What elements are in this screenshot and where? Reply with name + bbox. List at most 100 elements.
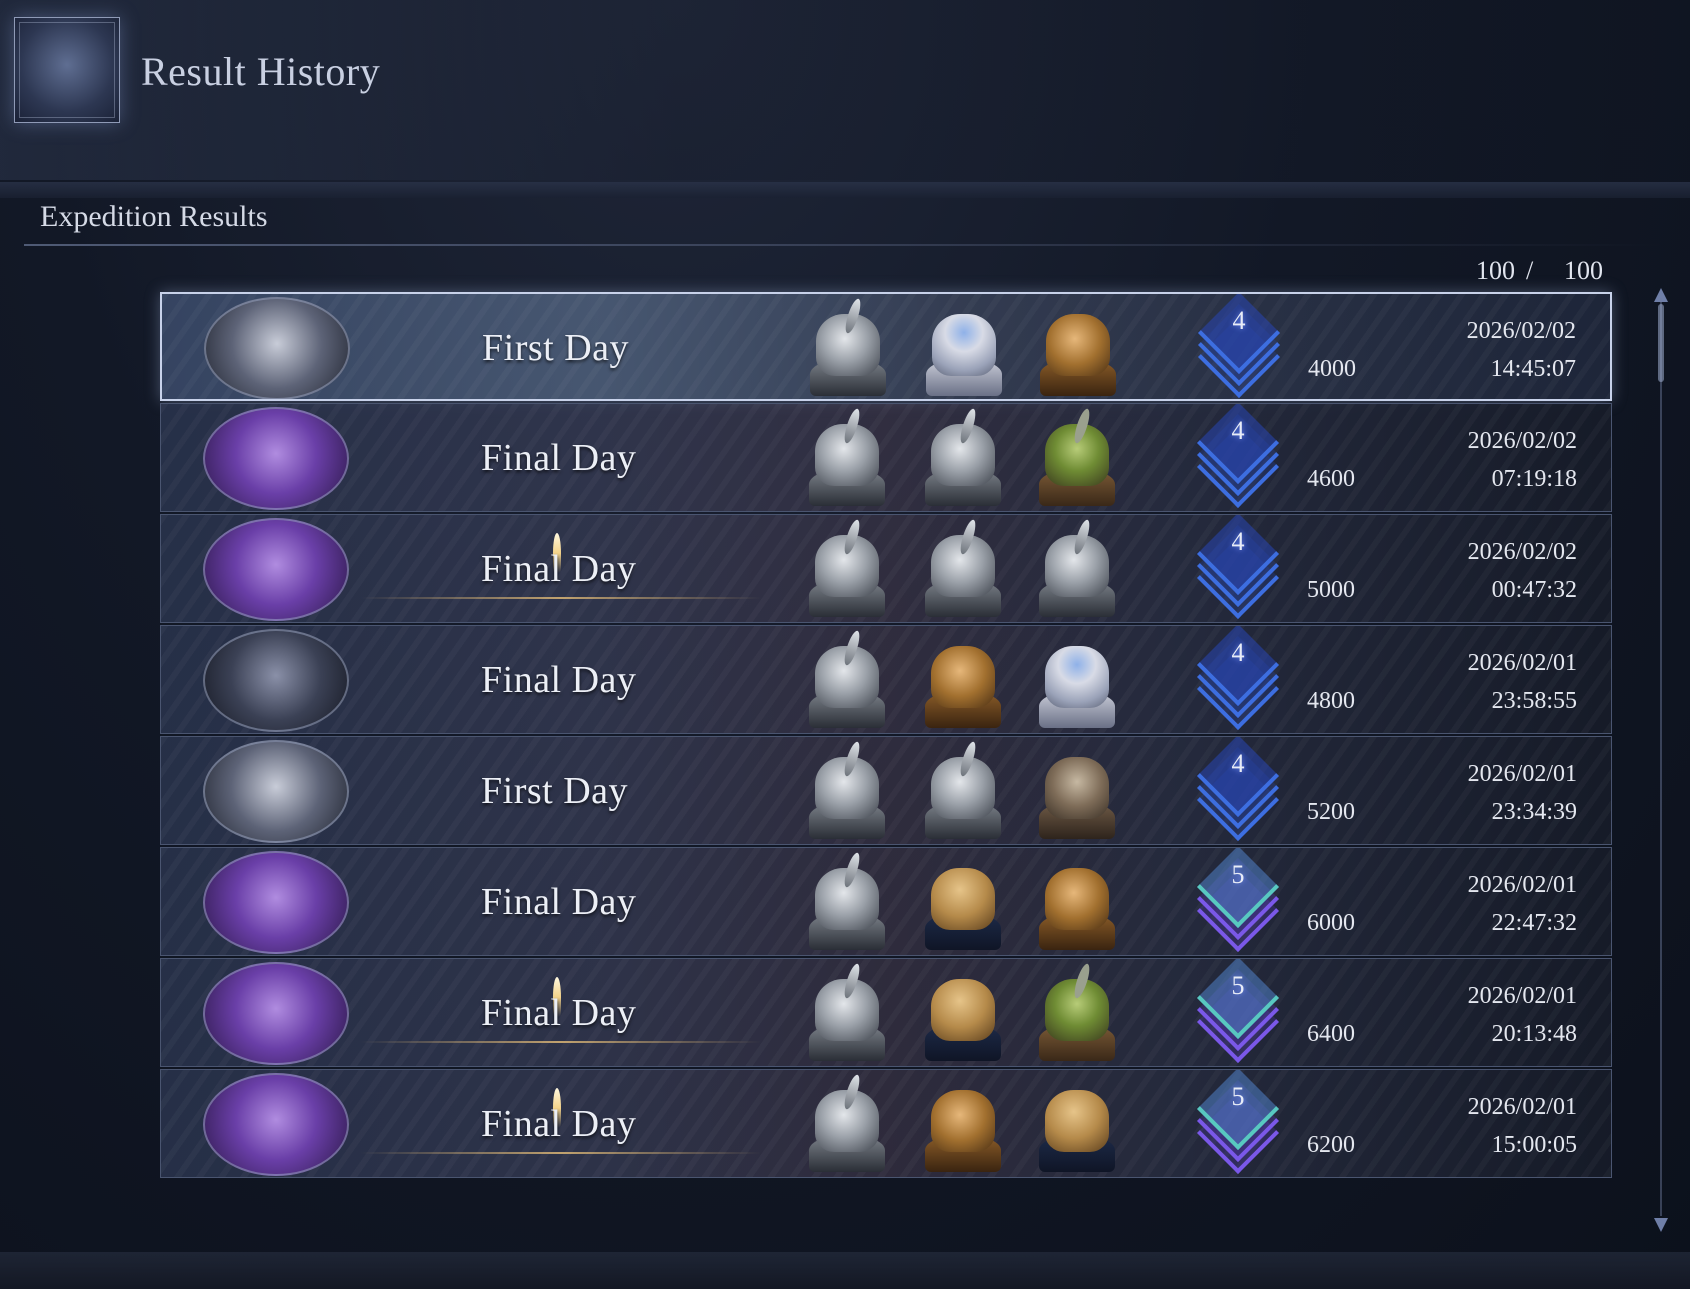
nightlord-emblem-icon [203,851,349,954]
depth-rank-icon: 4 [1196,737,1280,842]
portrait-hood [1045,1090,1109,1152]
section-divider [24,244,1664,246]
result-time: 22:47:32 [1491,910,1577,936]
portrait-hood [931,1090,995,1152]
raider-portrait-icon [1031,741,1123,841]
depth-rank-icon: 4 [1196,626,1280,731]
day-reached-label: Final Day [481,437,637,479]
nightlord-emblem-icon [203,629,349,732]
portrait-hood [1045,646,1109,708]
result-date: 2026/02/01 [1467,650,1577,676]
result-date: 2026/02/02 [1467,428,1577,454]
score-value: 6000 [1307,910,1355,936]
maiden-portrait-icon [918,298,1010,398]
knight-portrait-icon [801,851,893,952]
result-row[interactable]: Final Day 4 5000 2026/02/02 00:47:32 [160,514,1612,623]
depth-rank-icon: 5 [1196,1070,1280,1175]
wilder-portrait-icon [1031,407,1123,508]
score-value: 4800 [1307,688,1355,714]
depth-rank-icon: 5 [1196,848,1280,953]
portrait-hood [1045,868,1109,930]
goggle-portrait-icon [917,963,1009,1063]
nightlord-emblem-icon [203,518,349,621]
knight-portrait-icon [801,1073,893,1174]
result-time: 00:47:32 [1491,577,1577,603]
score-value: 4600 [1307,466,1355,492]
result-row[interactable]: Final Day 4 4800 2026/02/01 23:58:55 [160,625,1612,734]
victory-glow-line [361,597,761,599]
victory-glow-line [361,1152,761,1154]
result-time: 14:45:07 [1490,356,1576,382]
depth-rank-icon: 4 [1196,404,1280,509]
result-time: 15:00:05 [1491,1132,1577,1158]
knight-portrait-icon [801,629,893,730]
result-row[interactable]: First Day 4 5200 2026/02/01 23:34:39 [160,736,1612,845]
day-reached-label: Final Day [481,881,637,923]
score-value: 6200 [1307,1132,1355,1158]
wilder-portrait-icon [1031,962,1123,1063]
depth-rank-icon: 5 [1196,959,1280,1064]
result-time: 23:58:55 [1491,688,1577,714]
knight-portrait-icon [1031,518,1123,619]
goggle-portrait-icon [1031,1074,1123,1174]
result-row[interactable]: First Day 4 4000 2026/02/02 14:45:07 [160,292,1612,401]
counter-current: 100 [1476,256,1515,285]
portrait-hood [931,979,995,1041]
result-date: 2026/02/02 [1466,318,1576,344]
rank-number: 5 [1231,971,1245,1000]
goggle-portrait-icon [917,852,1009,952]
counter-separator: / [1526,256,1534,285]
score-value: 6400 [1307,1021,1355,1047]
rank-number: 5 [1231,860,1245,889]
result-date: 2026/02/01 [1467,983,1577,1009]
day-reached-label: Final Day [481,548,637,590]
portrait-hood [1046,314,1110,376]
result-time: 20:13:48 [1491,1021,1577,1047]
score-value: 5200 [1307,799,1355,825]
result-row[interactable]: Final Day 5 6200 2026/02/01 15:00:05 [160,1069,1612,1178]
day-reached-label: Final Day [481,659,637,701]
rank-number: 4 [1231,749,1245,778]
scroll-icon [14,17,120,123]
knight-portrait-icon [801,407,893,508]
knight-portrait-icon [917,407,1009,508]
scrollbar-track[interactable] [1660,298,1662,1216]
maiden-portrait-icon [1031,630,1123,730]
knight-portrait-icon [917,740,1009,841]
day-reached-label: First Day [482,327,629,369]
header-divider-band [0,182,1690,198]
portrait-hood [1045,757,1109,819]
portrait-hood [932,314,996,376]
ranger-portrait-icon [1032,298,1124,398]
knight-portrait-icon [801,962,893,1063]
score-value: 4000 [1308,356,1356,382]
result-date: 2026/02/01 [1467,761,1577,787]
scrollbar-thumb[interactable] [1658,304,1664,382]
knight-portrait-icon [801,518,893,619]
result-list: First Day 4 4000 2026/02/02 14:45:07 Final Da… [160,292,1612,1230]
result-time: 07:19:18 [1491,466,1577,492]
footer-bar [0,1252,1690,1289]
header-bar: Result History [0,0,1690,180]
page-title: Result History [141,49,381,94]
knight-portrait-icon [917,518,1009,619]
result-date: 2026/02/01 [1467,872,1577,898]
ranger-portrait-icon [1031,852,1123,952]
counter-max: 100 [1564,256,1603,285]
result-row[interactable]: Final Day 4 4600 2026/02/02 07:19:18 [160,403,1612,512]
nightlord-emblem-icon [204,297,350,399]
result-time: 23:34:39 [1491,799,1577,825]
result-row[interactable]: Final Day 5 6000 2026/02/01 22:47:32 [160,847,1612,956]
rank-number: 4 [1231,416,1245,445]
section-title: Expedition Results [40,200,268,233]
rank-number: 4 [1231,527,1245,556]
scroll-down-arrow-icon[interactable] [1654,1218,1668,1232]
result-row[interactable]: Final Day 5 6400 2026/02/01 20:13:48 [160,958,1612,1067]
depth-rank-icon: 4 [1196,515,1280,620]
knight-portrait-icon [801,740,893,841]
rank-number: 4 [1232,306,1246,335]
ranger-portrait-icon [917,1074,1009,1174]
ranger-portrait-icon [917,630,1009,730]
nightlord-emblem-icon [203,1073,349,1176]
nightlord-emblem-icon [203,407,349,510]
